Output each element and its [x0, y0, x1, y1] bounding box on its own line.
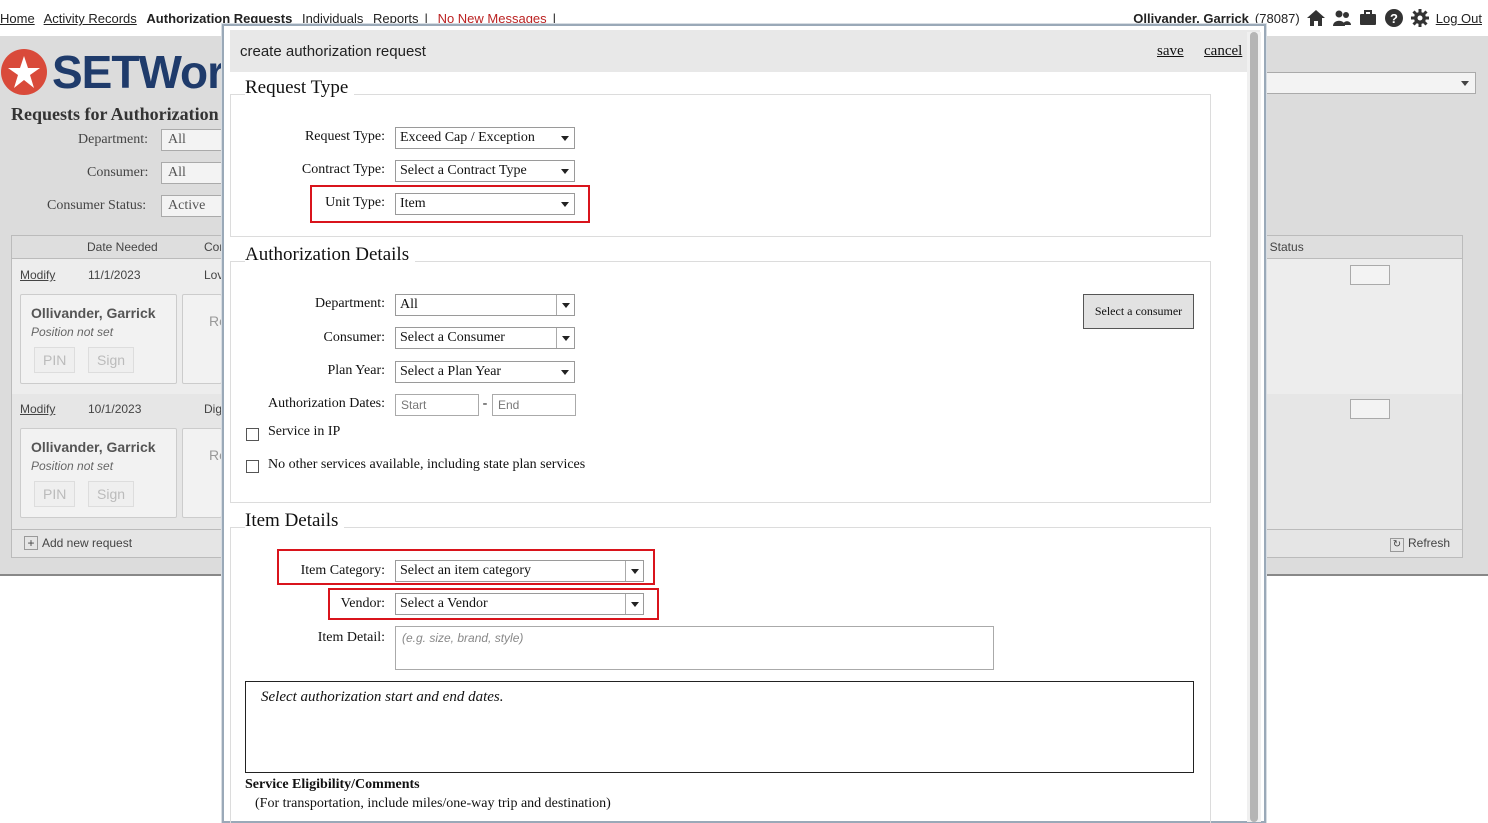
col-date-needed[interactable]: Date Needed: [87, 240, 158, 254]
department-value: All: [400, 297, 418, 312]
start-date-input[interactable]: Start: [395, 394, 479, 416]
cancel-link[interactable]: cancel: [1204, 43, 1242, 60]
department-select[interactable]: All: [395, 294, 575, 316]
signature-card-2: Re: [182, 428, 227, 518]
plan-year-value: Select a Plan Year: [400, 364, 502, 379]
nav-activity-records[interactable]: Activity Records: [44, 11, 137, 26]
contract-type-select[interactable]: Select a Contract Type: [395, 160, 575, 182]
gear-icon[interactable]: [1410, 8, 1430, 28]
signature-card-2: Re: [182, 294, 227, 384]
card-position: Position not set: [31, 459, 114, 473]
highlight-vendor: [328, 588, 659, 620]
svg-text:?: ?: [1390, 11, 1398, 26]
row-date: 11/1/2023: [88, 268, 141, 282]
add-new-request-button[interactable]: + Add new request: [24, 536, 132, 550]
row-con: Lov: [204, 268, 224, 282]
chevron-down-icon: [561, 136, 569, 141]
item-detail-label: Item Detail:: [317, 630, 385, 645]
background-dropdown[interactable]: [1262, 72, 1476, 94]
scrollbar-thumb[interactable]: [1250, 32, 1258, 822]
pin-button[interactable]: PIN: [34, 481, 76, 507]
refresh-button[interactable]: ↻ Refresh: [1390, 536, 1450, 552]
card-position: Position not set: [31, 325, 114, 339]
sign-button[interactable]: Sign: [88, 481, 135, 507]
plan-year-select[interactable]: Select a Plan Year: [395, 361, 575, 383]
sign-button[interactable]: Sign: [88, 347, 135, 373]
refresh-label: Refresh: [1408, 536, 1451, 550]
validation-message-text: Select authorization start and end dates…: [261, 689, 504, 705]
end-date-input[interactable]: End: [492, 394, 576, 416]
plan-year-label: Plan Year:: [327, 363, 385, 378]
dialog-scrollbar[interactable]: [1247, 32, 1261, 822]
authorization-details-title: Authorization Details: [245, 244, 416, 266]
save-link[interactable]: save: [1157, 43, 1184, 60]
modify-link[interactable]: Modify: [20, 402, 55, 416]
card-name: Ollivander, Garrick: [31, 305, 156, 321]
signature-card: Ollivander, Garrick Position not set PIN…: [20, 428, 177, 518]
filter-consumer-select[interactable]: All: [161, 162, 231, 184]
select-consumer-button[interactable]: Select a consumer: [1083, 294, 1194, 329]
chevron-down-icon: [556, 295, 574, 315]
pin-button[interactable]: PIN: [34, 347, 76, 373]
nav-home[interactable]: Home: [0, 11, 35, 26]
consumer-select[interactable]: Select a Consumer: [395, 327, 575, 349]
filter-department-select[interactable]: All: [161, 129, 231, 151]
service-in-ip-checkbox[interactable]: [246, 428, 259, 441]
eligibility-title: Service Eligibility/Comments: [245, 777, 420, 792]
request-type-select[interactable]: Exceed Cap / Exception: [395, 127, 575, 149]
logout-link[interactable]: Log Out: [1436, 11, 1482, 26]
filter-consumer-label: Consumer:: [87, 165, 149, 180]
highlight-item-category: [277, 549, 655, 585]
home-icon[interactable]: [1306, 8, 1326, 28]
logo-star-icon: [1, 49, 47, 95]
item-details-title: Item Details: [245, 510, 345, 532]
validation-message: Select authorization start and end dates…: [245, 681, 1194, 773]
chevron-down-icon: [561, 370, 569, 375]
request-type-value: Exceed Cap / Exception: [400, 130, 535, 145]
consumer-value: Select a Consumer: [400, 330, 505, 345]
dialog-header: create authorization request save cancel: [230, 30, 1260, 72]
filter-status-label: Consumer Status:: [47, 198, 147, 213]
card-name: Ollivander, Garrick: [31, 439, 156, 455]
help-icon[interactable]: ?: [1384, 8, 1404, 28]
filter-status-select[interactable]: Active: [161, 195, 231, 217]
date-dash: -: [482, 396, 488, 411]
refresh-icon: ↻: [1390, 538, 1404, 552]
users-icon[interactable]: [1332, 8, 1352, 28]
service-in-ip-label: Service in IP: [268, 424, 341, 439]
authorization-dates-label: Authorization Dates:: [267, 396, 385, 411]
logo-text: SETWork: [52, 46, 250, 98]
row-status-select[interactable]: [1350, 265, 1390, 285]
no-other-services-checkbox[interactable]: [246, 460, 259, 473]
row-status-select[interactable]: [1350, 399, 1390, 419]
signature-card: Ollivander, Garrick Position not set PIN…: [20, 294, 177, 384]
page-title: Requests for Authorization: [11, 104, 219, 124]
chevron-down-icon: [556, 328, 574, 348]
consumer-label: Consumer:: [323, 330, 385, 345]
briefcase-icon[interactable]: [1358, 8, 1378, 28]
dialog-title: create authorization request: [240, 43, 426, 60]
contract-type-value: Select a Contract Type: [400, 163, 527, 178]
request-type-label: Request Type:: [304, 129, 385, 144]
no-other-services-label: No other services available, including s…: [268, 457, 586, 472]
highlight-unit-type: [310, 185, 590, 223]
add-new-label: Add new request: [42, 536, 133, 550]
row-date: 10/1/2023: [88, 402, 142, 416]
department-label: Department:: [315, 296, 385, 311]
modify-link[interactable]: Modify: [20, 268, 55, 282]
eligibility-hint: (For transportation, include miles/one-w…: [255, 796, 611, 811]
row-con: Dig: [204, 402, 223, 416]
filter-department-label: Department:: [78, 132, 148, 147]
plus-icon: +: [24, 536, 38, 550]
item-detail-input[interactable]: (e.g. size, brand, style): [395, 626, 994, 670]
contract-type-label: Contract Type:: [301, 162, 385, 177]
chevron-down-icon: [561, 169, 569, 174]
request-type-title: Request Type: [245, 77, 355, 99]
setwork-logo: SETWork: [0, 44, 250, 100]
